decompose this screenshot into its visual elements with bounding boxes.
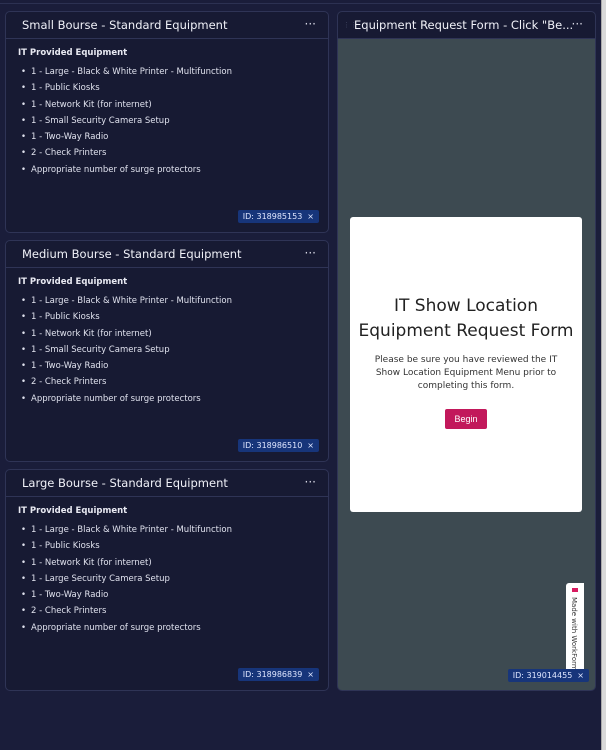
form-description: Please be sure you have reviewed the IT … bbox=[374, 355, 558, 391]
list-item: 1 - Network Kit (for internet) bbox=[18, 100, 316, 116]
panel-subtitle: IT Provided Equipment bbox=[18, 48, 128, 58]
list-item: 1 - Large Security Camera Setup bbox=[18, 574, 316, 590]
drag-handle-icon[interactable]: ⋮⋮ bbox=[343, 21, 357, 29]
list-item: 1 - Network Kit (for internet) bbox=[18, 329, 316, 345]
list-item: 1 - Public Kiosks bbox=[18, 541, 316, 557]
id-text: ID: 318986510 bbox=[242, 441, 303, 450]
more-menu-icon[interactable]: ··· bbox=[305, 246, 316, 260]
workforms-badge-text: Made with WorkForms bbox=[570, 597, 578, 675]
list-item: 1 - Large - Black & White Printer - Mult… bbox=[18, 525, 316, 541]
more-menu-icon[interactable]: ··· bbox=[305, 17, 316, 31]
equipment-list: 1 - Large - Black & White Printer - Mult… bbox=[18, 525, 316, 639]
panel-header[interactable]: Small Bourse - Standard Equipment ··· bbox=[6, 12, 328, 39]
list-item: 2 - Check Printers bbox=[18, 377, 316, 393]
close-icon[interactable]: × bbox=[307, 441, 314, 450]
list-item: 1 - Small Security Camera Setup bbox=[18, 116, 316, 132]
list-item: 1 - Public Kiosks bbox=[18, 312, 316, 328]
top-divider bbox=[0, 0, 600, 4]
more-menu-icon[interactable]: ··· bbox=[305, 475, 316, 489]
list-item: 1 - Large - Black & White Printer - Mult… bbox=[18, 67, 316, 83]
close-icon[interactable]: × bbox=[307, 212, 314, 221]
list-item: 1 - Network Kit (for internet) bbox=[18, 558, 316, 574]
form-panel-header[interactable]: ⋮⋮ Equipment Request Form - Click "Be...… bbox=[338, 12, 595, 39]
panel-title: Small Bourse - Standard Equipment bbox=[22, 18, 228, 32]
equipment-list: 1 - Large - Black & White Printer - Mult… bbox=[18, 67, 316, 181]
close-icon[interactable]: × bbox=[307, 670, 314, 679]
panel-header[interactable]: Large Bourse - Standard Equipment ··· bbox=[6, 470, 328, 497]
workforms-logo-icon bbox=[572, 588, 578, 592]
list-item: 1 - Small Security Camera Setup bbox=[18, 345, 316, 361]
id-badge: ID: 318986839 × bbox=[237, 668, 319, 681]
panel-header[interactable]: Medium Bourse - Standard Equipment ··· bbox=[6, 241, 328, 268]
equipment-panel: Medium Bourse - Standard Equipment ··· IT… bbox=[5, 240, 329, 462]
form-panel-title: Equipment Request Form - Click "Be... bbox=[354, 18, 574, 32]
list-item: 1 - Two-Way Radio bbox=[18, 590, 316, 606]
equipment-list: 1 - Large - Black & White Printer - Mult… bbox=[18, 296, 316, 410]
scrollbar[interactable] bbox=[601, 0, 606, 750]
equipment-panel: Small Bourse - Standard Equipment ··· IT … bbox=[5, 11, 329, 233]
list-item: 1 - Large - Black & White Printer - Mult… bbox=[18, 296, 316, 312]
panel-title: Large Bourse - Standard Equipment bbox=[22, 476, 228, 490]
form-panel: ⋮⋮ Equipment Request Form - Click "Be...… bbox=[337, 11, 596, 691]
list-item: 1 - Two-Way Radio bbox=[18, 361, 316, 377]
workforms-badge[interactable]: Made with WorkForms bbox=[566, 583, 584, 678]
id-badge: ID: 319014455 × bbox=[507, 669, 589, 682]
list-item: 1 - Two-Way Radio bbox=[18, 132, 316, 148]
panel-title: Medium Bourse - Standard Equipment bbox=[22, 247, 242, 261]
list-item: Appropriate number of surge protectors bbox=[18, 623, 316, 639]
begin-button[interactable]: Begin bbox=[445, 409, 487, 429]
list-item: 1 - Public Kiosks bbox=[18, 83, 316, 99]
close-icon[interactable]: × bbox=[577, 671, 584, 680]
id-badge: ID: 318985153 × bbox=[237, 210, 319, 223]
list-item: 2 - Check Printers bbox=[18, 606, 316, 622]
id-text: ID: 318985153 bbox=[242, 212, 303, 221]
id-text: ID: 318986839 bbox=[242, 670, 303, 679]
list-item: Appropriate number of surge protectors bbox=[18, 394, 316, 410]
panel-subtitle: IT Provided Equipment bbox=[18, 506, 128, 516]
more-menu-icon[interactable]: ··· bbox=[572, 17, 583, 31]
equipment-panel: Large Bourse - Standard Equipment ··· IT … bbox=[5, 469, 329, 691]
id-text: ID: 319014455 bbox=[512, 671, 573, 680]
form-card: IT Show Location Equipment Request Form … bbox=[350, 217, 582, 512]
list-item: Appropriate number of surge protectors bbox=[18, 165, 316, 181]
form-title: IT Show Location Equipment Request Form bbox=[358, 296, 574, 341]
list-item: 2 - Check Printers bbox=[18, 148, 316, 164]
id-badge: ID: 318986510 × bbox=[237, 439, 319, 452]
panel-subtitle: IT Provided Equipment bbox=[18, 277, 128, 287]
